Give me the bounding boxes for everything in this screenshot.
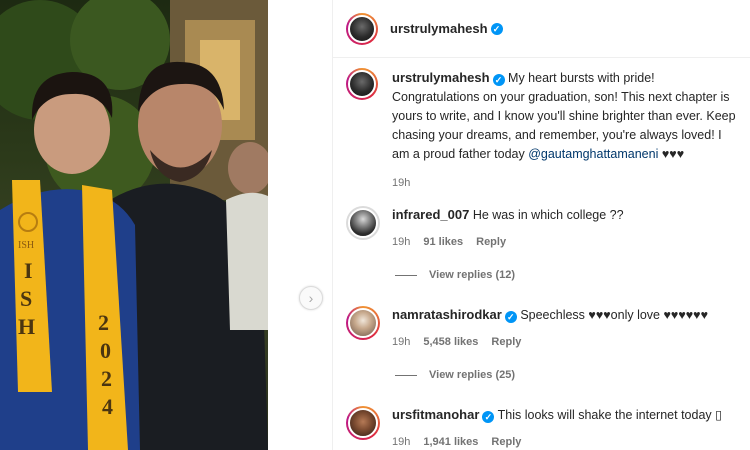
- caption-username[interactable]: urstrulymahesh: [392, 70, 490, 85]
- post-caption: urstrulymahesh ✓ My heart bursts with pri…: [346, 68, 741, 193]
- post-side-panel: urstrulymahesh ✓ urstrulymahesh ✓ My hear…: [332, 0, 750, 450]
- view-replies-button[interactable]: View replies (12): [395, 269, 515, 281]
- caption-text: urstrulymahesh ✓ My heart bursts with pri…: [392, 68, 741, 193]
- commenter-avatar[interactable]: [346, 406, 380, 440]
- verified-badge-icon: ✓: [490, 22, 503, 35]
- comment-item: infrared_007 He was in which college ?? …: [346, 206, 741, 251]
- comment-timestamp[interactable]: 19h: [392, 333, 410, 351]
- verified-badge-icon: ✓: [482, 411, 495, 423]
- sash-year-digit: 2: [101, 366, 112, 391]
- commenter-avatar[interactable]: [346, 306, 380, 340]
- sash-year-digit: 2: [98, 310, 109, 335]
- comment-item: ursfitmanohar ✓ This looks will shake the…: [346, 406, 741, 450]
- caption-avatar[interactable]: [346, 68, 378, 100]
- verified-badge-icon: ✓: [504, 311, 517, 323]
- author-username[interactable]: urstrulymahesh: [390, 21, 488, 36]
- author-avatar[interactable]: [346, 12, 378, 45]
- media-gutter: [268, 0, 332, 450]
- reply-button[interactable]: Reply: [491, 433, 521, 450]
- commenter-avatar[interactable]: [346, 206, 380, 240]
- commenter-username[interactable]: infrared_007: [392, 207, 469, 222]
- caption-timestamp[interactable]: 19h: [392, 174, 741, 193]
- commenter-username[interactable]: namratashirodkar: [392, 307, 502, 322]
- comment-text: Speechless ♥♥♥only love ♥♥♥♥♥♥: [520, 308, 709, 322]
- post-header: urstrulymahesh ✓: [333, 0, 750, 58]
- chevron-right-icon[interactable]: ›: [299, 286, 323, 310]
- view-replies-button[interactable]: View replies (25): [395, 369, 515, 381]
- verified-badge-icon: ✓: [492, 74, 505, 86]
- caption-hearts: ♥♥♥: [661, 147, 685, 161]
- sash-letter: S: [20, 286, 32, 311]
- commenter-username[interactable]: ursfitmanohar: [392, 407, 479, 422]
- bystander-shirt: [226, 192, 268, 330]
- sash-letter: H: [18, 314, 35, 339]
- comment-likes[interactable]: 1,941 likes: [423, 433, 478, 450]
- comment-item: namratashirodkar ✓ Speechless ♥♥♥only lov…: [346, 306, 741, 351]
- sash-emblem-text: ISH: [18, 240, 34, 251]
- comment-text: He was in which college ??: [472, 208, 624, 222]
- view-replies-label: View replies (25): [429, 369, 516, 381]
- comment-likes[interactable]: 5,458 likes: [423, 333, 478, 351]
- comment-text: This looks will shake the internet today…: [497, 408, 723, 422]
- replies-divider: [395, 274, 417, 276]
- sash-year-digit: 0: [100, 338, 111, 363]
- comment-timestamp[interactable]: 19h: [392, 433, 410, 450]
- post-photo[interactable]: ISH I S H 2 0 2 4: [0, 0, 268, 450]
- comment-likes[interactable]: 91 likes: [423, 233, 463, 251]
- view-replies-label: View replies (12): [429, 269, 516, 281]
- caption-mention-link[interactable]: @gautamghattamaneni: [528, 147, 658, 161]
- sash-year-digit: 4: [102, 394, 113, 419]
- reply-button[interactable]: Reply: [476, 233, 506, 251]
- sash-letter: I: [24, 258, 33, 283]
- replies-divider: [395, 374, 417, 376]
- comment-timestamp[interactable]: 19h: [392, 233, 410, 251]
- reply-button[interactable]: Reply: [491, 333, 521, 351]
- photo-illustration: ISH I S H 2 0 2 4: [0, 0, 268, 450]
